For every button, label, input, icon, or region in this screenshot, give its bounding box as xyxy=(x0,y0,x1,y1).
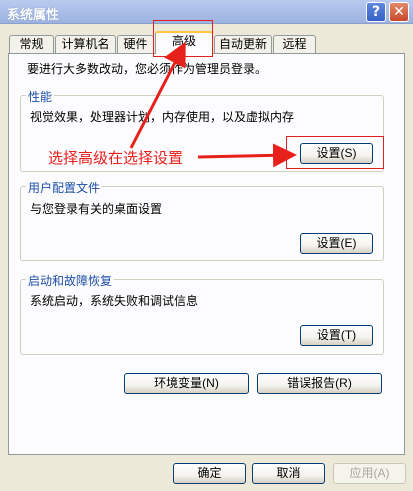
startup-recovery-title: 启动和故障恢复 xyxy=(26,272,115,289)
user-profiles-title: 用户配置文件 xyxy=(26,179,103,196)
user-profiles-description: 与您登录有关的桌面设置 xyxy=(30,202,163,216)
startup-recovery-description: 系统启动，系统失败和调试信息 xyxy=(30,294,199,308)
tab-remote[interactable]: 远程 xyxy=(273,35,316,53)
cancel-button[interactable]: 取消 xyxy=(252,463,325,484)
close-button[interactable]: ✕ xyxy=(389,2,409,22)
window-title: 系统属性 xyxy=(7,8,60,23)
error-reporting-button[interactable]: 错误报告(R) xyxy=(257,373,382,394)
help-button[interactable]: ? xyxy=(366,2,386,22)
performance-description: 视觉效果，处理器计划，内存使用，以及虚拟内存 xyxy=(30,110,295,124)
user-profiles-settings-button[interactable]: 设置(E) xyxy=(300,233,373,254)
performance-title: 性能 xyxy=(26,88,55,105)
tab-automatic-updates[interactable]: 自动更新 xyxy=(214,35,272,53)
highlight-advanced-tab xyxy=(153,20,213,57)
tab-computer-name[interactable]: 计算机名 xyxy=(55,35,116,53)
admin-notice: 要进行大多数改动，您必须作为管理员登录。 xyxy=(27,62,268,76)
annotation-text: 选择高级在选择设置 xyxy=(48,149,184,167)
highlight-settings-button xyxy=(286,136,384,169)
close-icon: ✕ xyxy=(393,4,405,20)
help-icon: ? xyxy=(371,4,381,20)
startup-recovery-settings-button[interactable]: 设置(T) xyxy=(300,325,373,346)
tab-hardware[interactable]: 硬件 xyxy=(117,35,154,53)
environment-variables-button[interactable]: 环境变量(N) xyxy=(124,373,249,394)
tab-general[interactable]: 常规 xyxy=(9,35,54,53)
apply-button[interactable]: 应用(A) xyxy=(333,463,406,484)
ok-button[interactable]: 确定 xyxy=(173,463,246,484)
